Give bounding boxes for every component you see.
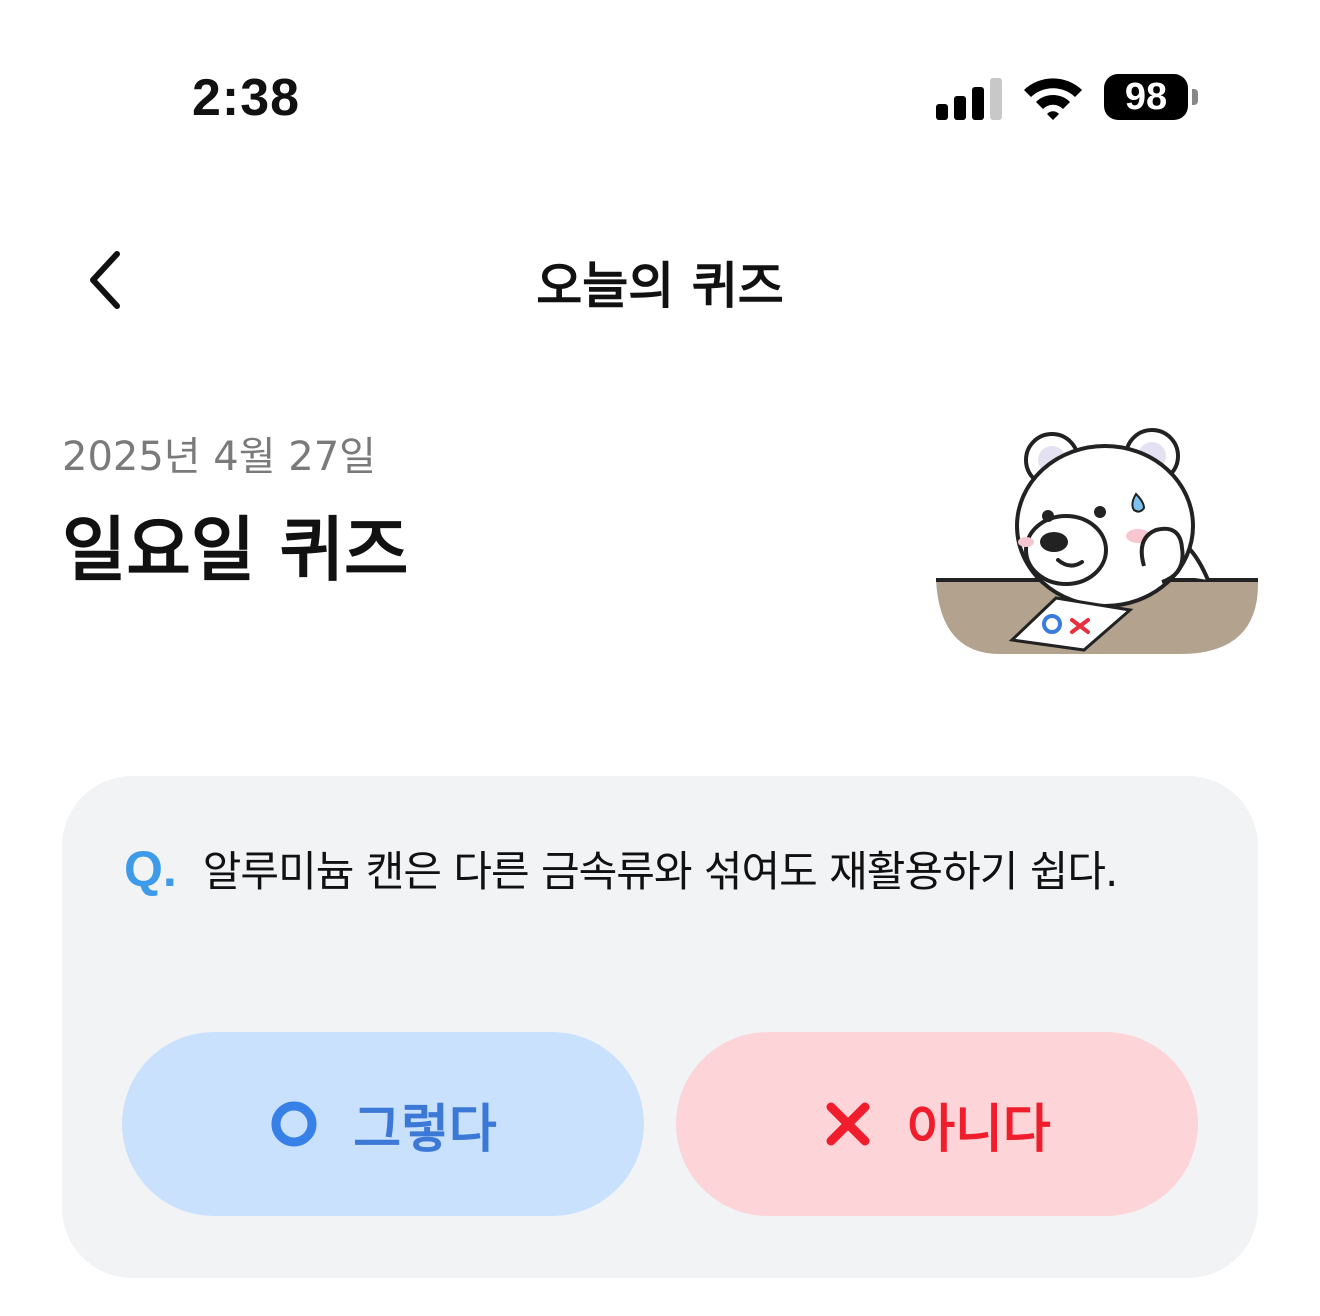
quiz-title: 일요일 퀴즈 <box>62 509 409 591</box>
battery-tip <box>1192 89 1198 105</box>
page-title: 오늘의 퀴즈 <box>536 257 784 315</box>
chevron-left-icon <box>90 251 120 309</box>
status-time: 2:38 <box>192 69 301 127</box>
answer-no-label: 아니다 <box>907 1099 1051 1160</box>
x-mark-icon <box>826 1102 870 1146</box>
battery-icon: 98 <box>1104 74 1188 120</box>
status-icons: 98 <box>936 72 1206 122</box>
answer-yes-button[interactable]: 그렇다 <box>122 1032 644 1216</box>
answer-yes-label: 그렇다 <box>353 1099 497 1160</box>
answer-no-button[interactable]: 아니다 <box>676 1032 1198 1216</box>
quiz-date: 2025년 4월 27일 <box>62 434 376 480</box>
quiz-card: Q. 알루미늄 캔은 다른 금속류와 섞여도 재활용하기 쉽다. 그렇다 아니다 <box>62 776 1258 1278</box>
cellular-signal-icon <box>936 78 1002 120</box>
quiz-screen: 2:38 98 오늘의 퀴즈 2025년 4월 27일 일요일 퀴즈 Q. 알루… <box>0 0 1320 1316</box>
wifi-icon <box>1024 78 1082 120</box>
polar-bear-mascot-illustration <box>936 428 1259 654</box>
back-button[interactable] <box>70 240 140 320</box>
question-text: 알루미늄 캔은 다른 금속류와 섞여도 재활용하기 쉽다. <box>202 847 1119 896</box>
circle-o-icon <box>271 1101 317 1147</box>
question-prefix: Q. <box>124 841 177 897</box>
question-row: Q. 알루미늄 캔은 다른 금속류와 섞여도 재활용하기 쉽다. <box>124 838 1224 899</box>
